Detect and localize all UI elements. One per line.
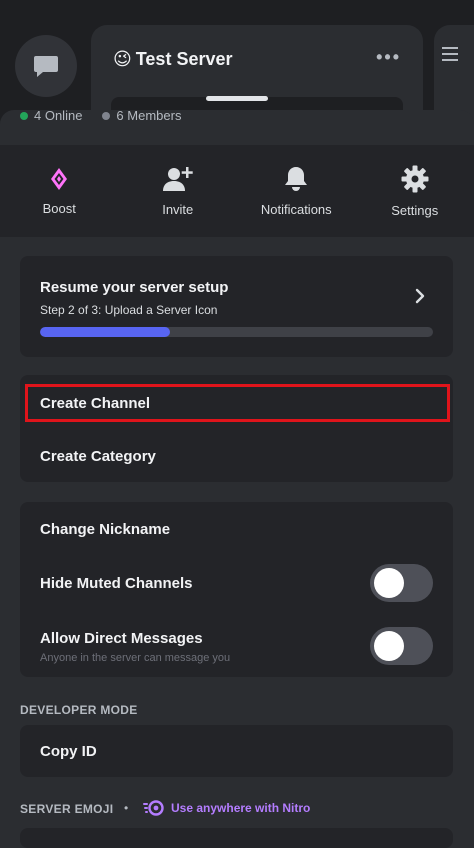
setup-title: Resume your server setup (40, 279, 228, 296)
toggle-knob (374, 631, 404, 661)
member-stats: 4 Online 6 Members (20, 108, 181, 123)
server-name: Test Server (136, 49, 233, 70)
boost-button[interactable]: Boost (0, 145, 119, 237)
change-nickname-item[interactable]: Change Nickname (40, 521, 170, 538)
member-count: 6 Members (116, 108, 181, 123)
create-channel-highlight (25, 384, 450, 422)
online-dot-icon (20, 112, 28, 120)
copy-id-item[interactable]: Copy ID (40, 743, 97, 760)
allow-direct-messages-item: Allow Direct Messages (40, 630, 203, 647)
separator-dot: • (124, 801, 128, 815)
settings-button[interactable]: Settings (356, 145, 474, 237)
invite-icon (163, 166, 193, 192)
allow-direct-messages-toggle[interactable] (370, 627, 433, 665)
hide-muted-channels-item: Hide Muted Channels (40, 575, 193, 592)
sheet-drag-handle[interactable] (206, 96, 268, 101)
more-options-icon[interactable]: ••• (376, 47, 401, 68)
boost-icon (50, 167, 68, 191)
nitro-icon (143, 800, 165, 816)
notifications-label: Notifications (261, 202, 332, 217)
invite-button[interactable]: Invite (119, 145, 238, 237)
server-emoji-header: SERVER EMOJI (20, 802, 113, 816)
developer-group: Copy ID (20, 725, 453, 777)
members-dot-icon (102, 112, 110, 120)
chevron-right-icon (415, 288, 425, 304)
member-settings-group: Change Nickname Hide Muted Channels Allo… (20, 502, 453, 677)
server-title: 😉 Test Server (113, 49, 233, 70)
notifications-button[interactable]: Notifications (237, 145, 356, 237)
developer-mode-header: DEVELOPER MODE (20, 703, 138, 717)
toggle-knob (374, 568, 404, 598)
gear-icon (401, 165, 429, 193)
nitro-promo-text: Use anywhere with Nitro (171, 801, 310, 815)
create-category-item[interactable]: Create Category (40, 448, 156, 465)
settings-label: Settings (391, 203, 438, 218)
server-emoji: 😉 (113, 49, 132, 70)
setup-subtitle: Step 2 of 3: Upload a Server Icon (40, 303, 217, 317)
menu-lines-icon (442, 47, 458, 49)
setup-progress-fill (40, 327, 170, 337)
chat-icon (33, 54, 59, 78)
quick-actions-bar: Boost Invite Notifications (0, 145, 474, 237)
online-count: 4 Online (34, 108, 82, 123)
nitro-promo-link[interactable]: Use anywhere with Nitro (143, 800, 310, 816)
direct-messages-button[interactable] (15, 35, 77, 97)
setup-progress-bar (40, 327, 433, 337)
invite-label: Invite (162, 202, 193, 217)
bell-icon (284, 166, 308, 192)
emoji-group (20, 828, 453, 848)
boost-label: Boost (43, 201, 76, 216)
server-setup-card[interactable]: Resume your server setup Step 2 of 3: Up… (20, 256, 453, 357)
hide-muted-channels-toggle[interactable] (370, 564, 433, 602)
allow-direct-messages-description: Anyone in the server can message you (40, 652, 230, 664)
